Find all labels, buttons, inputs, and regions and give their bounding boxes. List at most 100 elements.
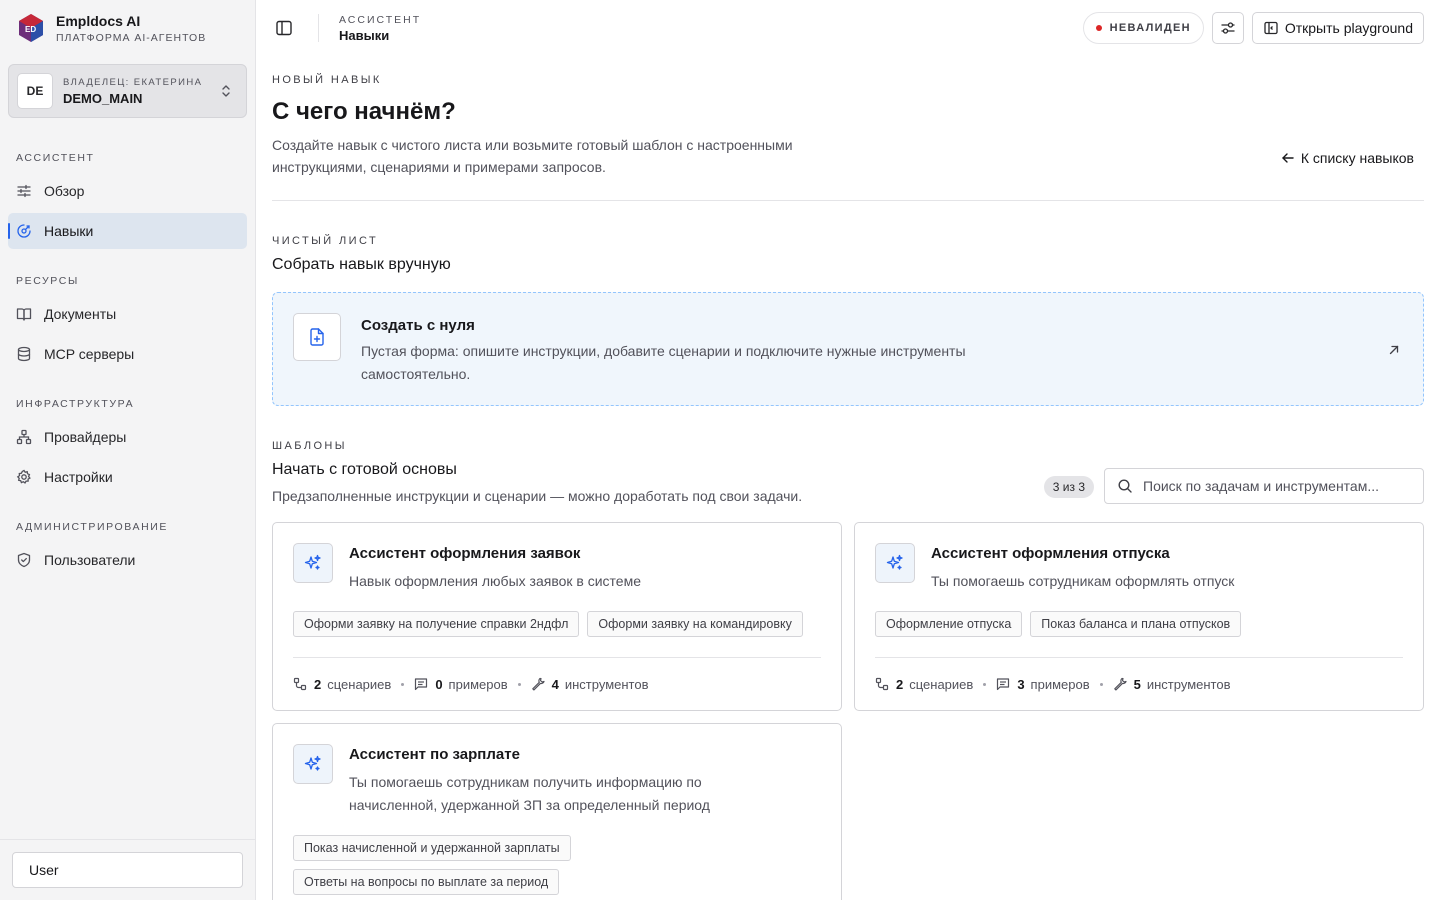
- wrench-icon: [531, 677, 545, 691]
- template-card[interactable]: Ассистент по зарплате Ты помогаешь сотру…: [272, 723, 842, 900]
- back-to-skills-link[interactable]: К списку навыков: [1281, 150, 1414, 166]
- owner-avatar: DE: [17, 73, 53, 109]
- workflow-icon: [293, 677, 307, 691]
- svg-text:ED: ED: [25, 25, 36, 34]
- scenarios-label: сценариев: [327, 676, 392, 692]
- wrench-icon: [1113, 677, 1127, 691]
- dot-separator: [401, 682, 405, 686]
- sidebar-item-label: Настройки: [44, 469, 113, 485]
- page-title: Навыки: [339, 27, 390, 43]
- sidebar-item-providers[interactable]: Провайдеры: [8, 419, 247, 455]
- tools-label: инструментов: [564, 676, 649, 692]
- nav-section-infrastructure: ИНФРАСТРУКТУРА: [16, 398, 135, 410]
- templates-grid: Ассистент оформления заявок Навык оформл…: [272, 522, 1424, 900]
- dot-separator: [983, 682, 987, 686]
- filters-button[interactable]: [1211, 12, 1244, 44]
- sidebar-item-settings[interactable]: Настройки: [8, 459, 247, 495]
- template-chip: Показ начисленной и удержанной зарплаты: [293, 835, 571, 861]
- create-from-scratch-card[interactable]: Создать с нуля Пустая форма: опишите инс…: [272, 292, 1424, 406]
- back-link-label: К списку навыков: [1300, 150, 1414, 166]
- workspace-switcher[interactable]: DE ВЛАДЕЛЕЦ: ЕКАТЕРИНА DEMO_MAIN: [8, 64, 247, 118]
- sliders-icon: [17, 184, 31, 198]
- file-plus-icon: [310, 328, 324, 346]
- scenarios-label: сценариев: [909, 676, 974, 692]
- network-icon: [16, 429, 32, 445]
- user-menu[interactable]: User: [12, 852, 243, 888]
- nav-section-resources: РЕСУРСЫ: [16, 275, 79, 287]
- templates-search[interactable]: [1104, 468, 1424, 504]
- status-label: НЕВАЛИДЕН: [1109, 22, 1191, 34]
- topbar-divider: [318, 14, 319, 42]
- tools-count: 5: [1133, 676, 1141, 692]
- open-playground-button[interactable]: Открыть playground: [1251, 12, 1424, 44]
- workflow-icon: [875, 677, 889, 691]
- brand-logo-icon: ED: [19, 14, 43, 42]
- template-chip: Оформи заявку на командировку: [587, 611, 803, 637]
- database-icon: [17, 346, 31, 362]
- blank-section-eyebrow: ЧИСТЫЙ ЛИСТ: [272, 235, 379, 247]
- template-description: Навык оформления любых заявок в системе: [349, 573, 641, 589]
- breadcrumb: АССИСТЕНТ Навыки: [339, 14, 421, 43]
- template-description: Ты помогаешь сотрудникам получить информ…: [349, 774, 710, 813]
- template-chip: Показ баланса и плана отпусков: [1030, 611, 1242, 637]
- dot-separator: [517, 682, 521, 686]
- create-from-scratch-description: Пустая форма: опишите инструкции, добави…: [361, 343, 966, 382]
- gear-icon: [16, 469, 31, 484]
- message-icon: [415, 678, 428, 691]
- nav-section-admin: АДМИНИСТРИРОВАНИЕ: [16, 521, 169, 533]
- sidebar-item-label: MCP серверы: [44, 346, 135, 362]
- templates-title: Начать с готовой основы: [272, 461, 457, 478]
- sidebar-item-label: Провайдеры: [44, 429, 127, 445]
- owner-label: ВЛАДЕЛЕЦ: ЕКАТЕРИНА: [63, 76, 203, 88]
- tools-count: 4: [551, 676, 559, 692]
- sidebar-item-label: Навыки: [44, 223, 94, 239]
- sidebar-toggle-icon[interactable]: [274, 18, 294, 38]
- template-title: Ассистент оформления заявок: [349, 545, 581, 562]
- open-playground-label: Открыть playground: [1284, 20, 1413, 36]
- topbar: АССИСТЕНТ Навыки НЕВАЛИДЕН Открыть playg…: [256, 0, 1440, 56]
- arrow-left-icon: [1282, 153, 1294, 163]
- status-dot-icon: [1095, 25, 1102, 31]
- sidebar-item-mcp-servers[interactable]: MCP серверы: [8, 336, 247, 372]
- templates-eyebrow: ШАБЛОНЫ: [272, 440, 347, 452]
- nav-section-assistant: АССИСТЕНТ: [16, 152, 95, 164]
- icon-tile: [875, 543, 915, 583]
- brand-name: Empldocs AI: [56, 12, 141, 29]
- icon-tile: [293, 543, 333, 583]
- header-description: Создайте навык с чистого листа или возьм…: [272, 137, 793, 175]
- examples-count: 3: [1017, 676, 1025, 692]
- panel-icon: [1264, 21, 1278, 35]
- sidebar-footer-divider: [0, 839, 255, 840]
- breadcrumb-parent[interactable]: АССИСТЕНТ: [339, 14, 421, 26]
- tools-label: инструментов: [1146, 676, 1231, 692]
- template-card[interactable]: Ассистент оформления отпуска Ты помогаеш…: [854, 522, 1424, 711]
- book-icon: [16, 308, 32, 321]
- sidebar-item-documents[interactable]: Документы: [8, 296, 247, 332]
- blank-section-title: Собрать навык вручную: [272, 256, 451, 273]
- sparkles-icon: [304, 554, 321, 570]
- chevrons-up-down-icon: [222, 85, 230, 97]
- message-icon: [997, 678, 1010, 691]
- sidebar-item-skills[interactable]: Навыки: [8, 213, 247, 249]
- search-input[interactable]: [1143, 478, 1403, 494]
- sidebar-item-users[interactable]: Пользователи: [8, 542, 247, 578]
- examples-label: примеров: [448, 676, 508, 692]
- brand[interactable]: ED Empldocs AI ПЛАТФОРМА AI-АГЕНТОВ: [0, 0, 255, 56]
- sidebar-item-overview[interactable]: Обзор: [8, 173, 247, 209]
- scenarios-count: 2: [896, 676, 904, 692]
- sidebar-item-label: Документы: [44, 306, 117, 322]
- templates-count-badge: 3 из 3: [1043, 476, 1094, 498]
- template-card[interactable]: Ассистент оформления заявок Навык оформл…: [272, 522, 842, 711]
- status-badge: НЕВАЛИДЕН: [1082, 12, 1204, 44]
- sidebar-item-label: Обзор: [44, 183, 85, 199]
- sidebar: ED Empldocs AI ПЛАТФОРМА AI-АГЕНТОВ DE В…: [0, 0, 256, 900]
- main-heading: С чего начнём?: [272, 98, 456, 125]
- search-icon: [1118, 479, 1132, 493]
- template-stats: 2 сценариев 3 примеров 5 инструментов: [875, 658, 1403, 710]
- sidebar-item-label: Пользователи: [44, 552, 136, 568]
- dot-separator: [1099, 682, 1103, 686]
- sparkles-icon: [304, 755, 321, 771]
- shield-check-icon: [17, 552, 31, 568]
- arrow-up-right-icon: [1389, 345, 1399, 355]
- templates-description: Предзаполненные инструкции и сценарии — …: [272, 488, 803, 504]
